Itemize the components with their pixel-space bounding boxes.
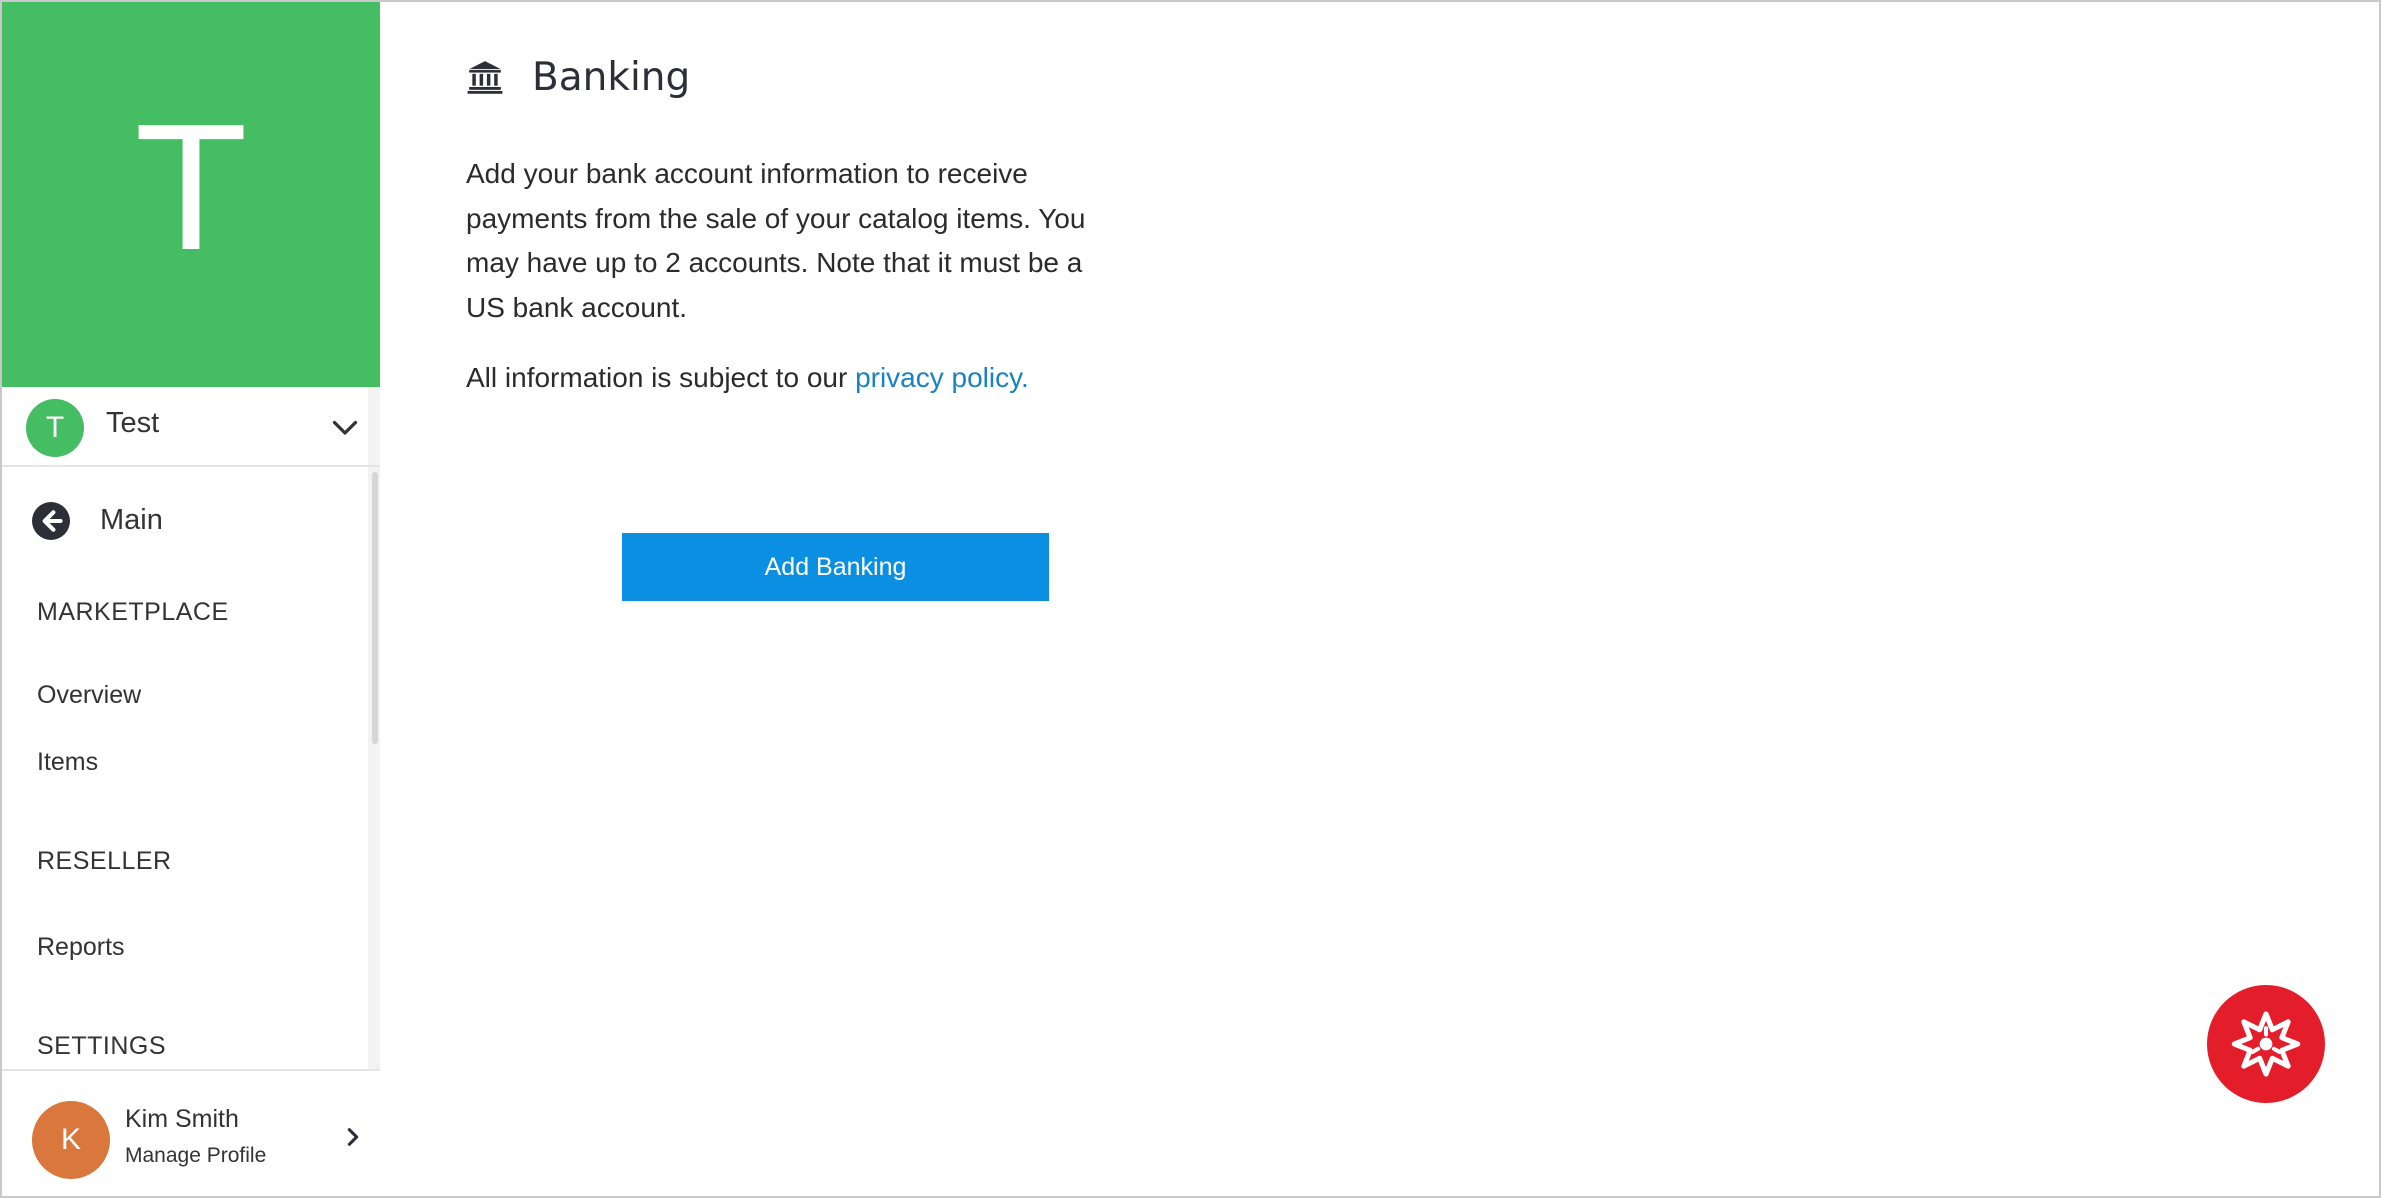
org-name: Test [106,407,160,439]
section-heading-marketplace: MARKETPLACE [37,598,229,626]
banking-description: Add your bank account information to rec… [466,158,1086,323]
privacy-notice-text: All information is subject to our [466,362,856,393]
sidebar-item-label: Main [100,504,163,536]
app-window: T T Test Main MARKETPLACE Overview Items… [0,0,2381,1198]
avatar: K [32,1101,110,1179]
org-switcher[interactable]: T Test [2,387,380,467]
main-content: Banking Add your bank account informatio… [392,2,2379,1196]
help-badge-icon [2231,1011,2301,1077]
org-hero-banner: T [2,2,380,387]
add-banking-button[interactable]: Add Banking [622,533,1049,601]
chevron-down-icon[interactable] [327,409,363,445]
avatar-letter: K [60,1123,81,1156]
section-heading-reseller: RESELLER [37,847,172,875]
org-hero-letter: T [139,91,243,290]
sidebar-item-items[interactable]: Items [37,748,98,777]
org-avatar: T [26,399,84,457]
sidebar-item-main[interactable]: Main [2,492,372,552]
arrow-left-circle-icon [32,502,70,540]
chevron-right-icon [347,1128,359,1146]
org-avatar-letter: T [45,411,65,444]
help-button[interactable] [2207,985,2325,1103]
privacy-notice: All information is subject to our privac… [466,362,1029,394]
sidebar-item-overview[interactable]: Overview [37,681,141,710]
sidebar-scrollbar[interactable] [372,472,378,744]
page-title: Banking [532,54,691,100]
section-heading-settings: SETTINGS [37,1032,167,1060]
manage-profile-link[interactable]: Manage Profile [125,1144,266,1168]
profile-menu[interactable]: K Kim Smith Manage Profile [2,1069,380,1196]
profile-name: Kim Smith [125,1105,239,1133]
page-header: Banking [466,52,690,102]
sidebar: T T Test Main MARKETPLACE Overview Items… [2,2,380,1196]
sidebar-item-reports[interactable]: Reports [37,933,125,962]
privacy-policy-link[interactable]: privacy policy. [855,362,1029,393]
bank-icon [467,61,503,94]
